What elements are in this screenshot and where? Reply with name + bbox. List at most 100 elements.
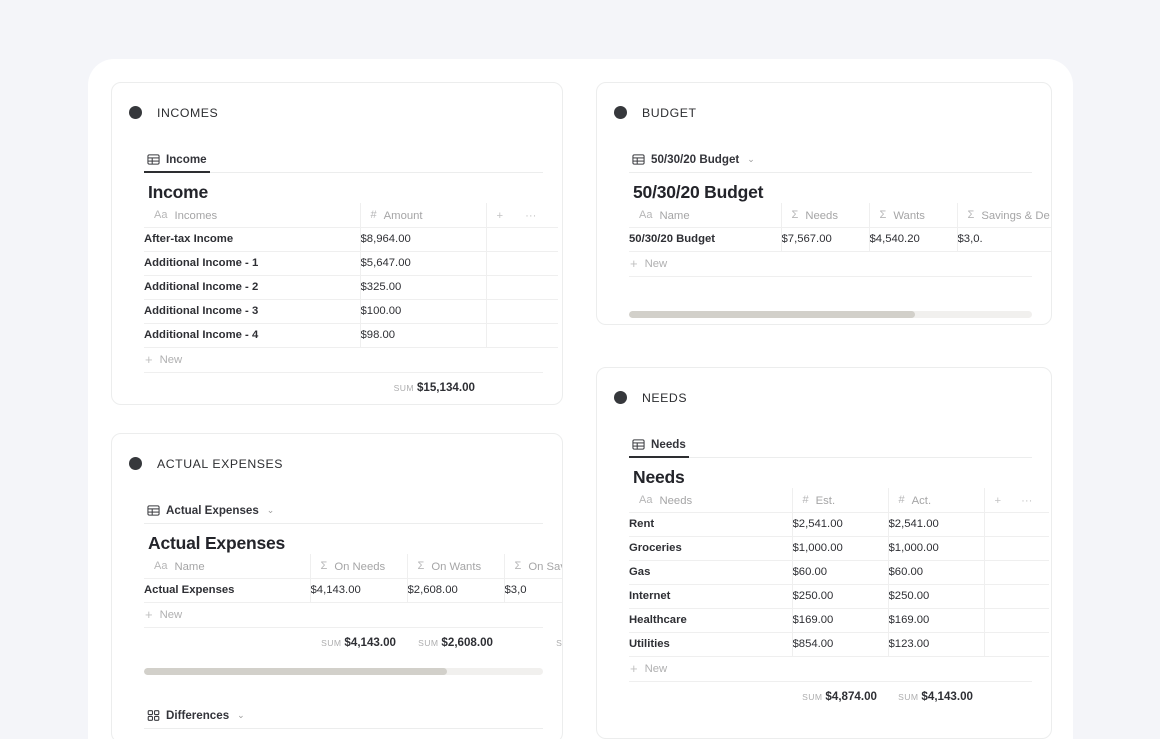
ae-col-name[interactable]: Aa Name [144,554,310,578]
db-tab-budget-label: 50/30/20 Budget [651,153,740,166]
add-column-icon[interactable]: + [995,495,1002,507]
needs-sum-est[interactable]: SUM $4,874.00 [792,682,888,712]
income-new-row-button[interactable]: + New [144,348,543,373]
budget-horizontal-scrollbar[interactable] [629,310,1032,318]
income-new-row-label: New [159,353,183,366]
budget-col-wants[interactable]: Σ Wants [868,203,957,227]
ae-col-on-needs[interactable]: Σ On Needs [309,554,407,578]
ae-sum-on-needs[interactable]: SUM $4,143.00 [310,628,407,658]
db-tab-actual-expenses[interactable]: Actual Expenses ⌄ [144,504,277,523]
needs-new-row-button[interactable]: + New [629,657,1032,682]
scrollbar-thumb[interactable] [629,310,916,318]
income-row-pad [485,274,558,299]
db-tab-differences[interactable]: Differences ⌄ [144,709,248,728]
ae-sum-on-needs-value: $4,143.00 [344,636,396,649]
needs-row-name: Utilities [629,631,792,657]
bullet-icon [614,391,627,404]
table-row[interactable]: Utilities $854.00 $123.00 [629,631,1049,657]
needs-row-name: Groceries [629,535,792,560]
ae-col-on-savings[interactable]: Σ On Savin [503,554,562,578]
database-actual-expenses-heading: Actual Expenses [148,533,286,553]
sum-label: SUM [321,638,342,648]
more-options-icon[interactable]: ··· [1021,495,1032,507]
actual-expenses-horizontal-scrollbar[interactable] [144,667,543,675]
ae-col-name-label: Name [174,560,205,573]
table-icon [147,504,160,517]
income-row-amount: $98.00 [359,322,486,348]
income-sum-amount[interactable]: SUM $15,134.00 [360,373,486,403]
table-row[interactable]: Additional Income - 2 $325.00 [144,274,558,299]
income-col-amount[interactable]: # Amount [359,203,486,227]
budget-col-needs[interactable]: Σ Needs [780,203,869,227]
budget-new-row-button[interactable]: + New [629,252,1032,277]
table-row[interactable]: Gas $60.00 $60.00 [629,559,1049,584]
plus-icon: + [630,256,638,271]
table-row[interactable]: Rent $2,541.00 $2,541.00 [629,511,1049,536]
table-row[interactable]: Additional Income - 3 $100.00 [144,298,558,323]
sum-label: SUM [556,638,563,648]
table-row[interactable]: 50/30/20 Budget $7,567.00 $4,540.20 $3,0… [629,226,1051,252]
ae-new-row-label: New [159,608,183,621]
ae-col-on-wants[interactable]: Σ On Wants [406,554,504,578]
needs-header-row: Aa Needs # Est. # Act. + ··· [629,488,1049,512]
needs-sum-blank [629,682,792,712]
table-row[interactable]: Actual Expenses $4,143.00 $2,608.00 $3,0 [144,577,562,603]
column-spacer [596,325,1052,367]
db-tab-needs[interactable]: Needs [629,438,689,458]
plus-icon: + [145,352,153,367]
gallery-grid-icon [147,709,160,722]
needs-row-est: $250.00 [791,583,888,608]
needs-col-act[interactable]: # Act. [887,488,984,512]
scrollbar-thumb[interactable] [144,667,448,675]
table-row[interactable]: Healthcare $169.00 $169.00 [629,607,1049,632]
table-row[interactable]: Groceries $1,000.00 $1,000.00 [629,535,1049,560]
table-row[interactable]: Additional Income - 1 $5,647.00 [144,250,558,275]
chevron-down-icon[interactable]: ⌄ [237,710,245,721]
ae-col-on-savings-label: On Savin [528,560,562,573]
database-actual-expenses-tabs: Actual Expenses ⌄ [144,496,543,524]
db-tab-budget[interactable]: 50/30/20 Budget ⌄ [629,153,758,172]
budget-col-name[interactable]: Aa Name [629,203,781,227]
income-col-name[interactable]: Aa Incomes [144,203,360,227]
type-text-icon: Aa [639,209,653,222]
add-column-icon[interactable]: + [497,210,504,222]
table-row[interactable]: After-tax Income $8,964.00 [144,226,558,251]
card-actual-expenses: ACTUAL EXPENSES Actual Expenses ⌄ Actual… [111,433,563,739]
budget-row-wants: $4,540.20 [868,226,957,252]
bullet-icon [129,457,142,470]
budget-col-savings[interactable]: Σ Savings & De [956,203,1051,227]
table-icon [632,438,645,451]
chevron-down-icon[interactable]: ⌄ [747,154,755,165]
needs-sum-pad [984,682,1049,712]
card-needs: NEEDS Needs Needs Aa Needs # Est. # Act.… [596,367,1052,739]
needs-row-est: $60.00 [791,559,888,584]
ae-sum-on-savings[interactable]: SUM$3,0 [504,628,563,658]
income-row-name: Additional Income - 3 [144,298,360,323]
needs-col-est[interactable]: # Est. [791,488,888,512]
db-tab-income[interactable]: Income [144,153,210,173]
needs-col-name[interactable]: Aa Needs [629,488,792,512]
bullet-icon [614,106,627,119]
type-formula-icon: Σ [417,560,425,573]
needs-row-est: $2,541.00 [791,511,888,536]
needs-table: Aa Needs # Est. # Act. + ··· Rent $2,541.00 $2… [629,488,1049,657]
type-number-icon: # [898,494,905,507]
app-canvas: INCOMES Income Income Aa Incomes # Amoun… [0,0,1160,739]
table-row[interactable]: Additional Income - 4 $98.00 [144,322,558,348]
card-budget-title: BUDGET [642,105,697,120]
income-table-body: After-tax Income $8,964.00 Additional Inc… [144,226,558,348]
ae-col-on-wants-label: On Wants [431,560,482,573]
table-row[interactable]: Internet $250.00 $250.00 [629,583,1049,608]
plus-icon: + [145,607,153,622]
more-options-icon[interactable]: ··· [525,210,536,222]
type-text-icon: Aa [639,494,653,507]
needs-row-act: $123.00 [887,631,984,657]
ae-sum-on-wants[interactable]: SUM $2,608.00 [407,628,504,658]
needs-sum-act[interactable]: SUM $4,143.00 [888,682,984,712]
ae-sum-blank [144,628,310,658]
needs-row-pad [983,559,1049,584]
chevron-down-icon[interactable]: ⌄ [267,505,275,516]
card-incomes: INCOMES Income Income Aa Incomes # Amoun… [111,82,563,405]
needs-row-pad [983,511,1049,536]
ae-new-row-button[interactable]: + New [144,603,543,628]
